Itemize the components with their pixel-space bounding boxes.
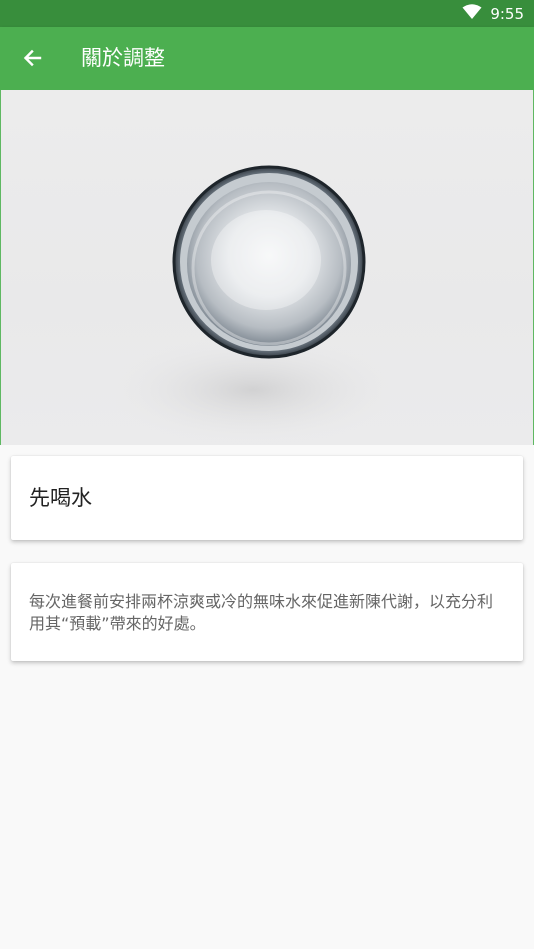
status-icons: 9:55 [462, 0, 524, 27]
tip-title: 先喝水 [29, 486, 92, 510]
page-title: 關於調整 [81, 46, 165, 70]
app-bar: 關於調整 [0, 27, 534, 90]
title-card: 先喝水 [11, 456, 523, 540]
status-time: 9:55 [490, 4, 524, 23]
back-button[interactable] [10, 36, 54, 80]
hero-image [0, 90, 534, 445]
description-card: 每次進餐前安排兩杯涼爽或冷的無味水來促進新陳代謝，以充分利用其“預載”帶來的好處… [11, 563, 523, 661]
tip-description: 每次進餐前安排兩杯涼爽或冷的無味水來促進新陳代謝，以充分利用其“預載”帶來的好處… [29, 592, 494, 633]
glass-of-water-photo [103, 165, 403, 445]
status-bar: 9:55 [0, 0, 534, 27]
arrow-back-icon [23, 49, 42, 67]
wifi-icon [462, 3, 482, 24]
